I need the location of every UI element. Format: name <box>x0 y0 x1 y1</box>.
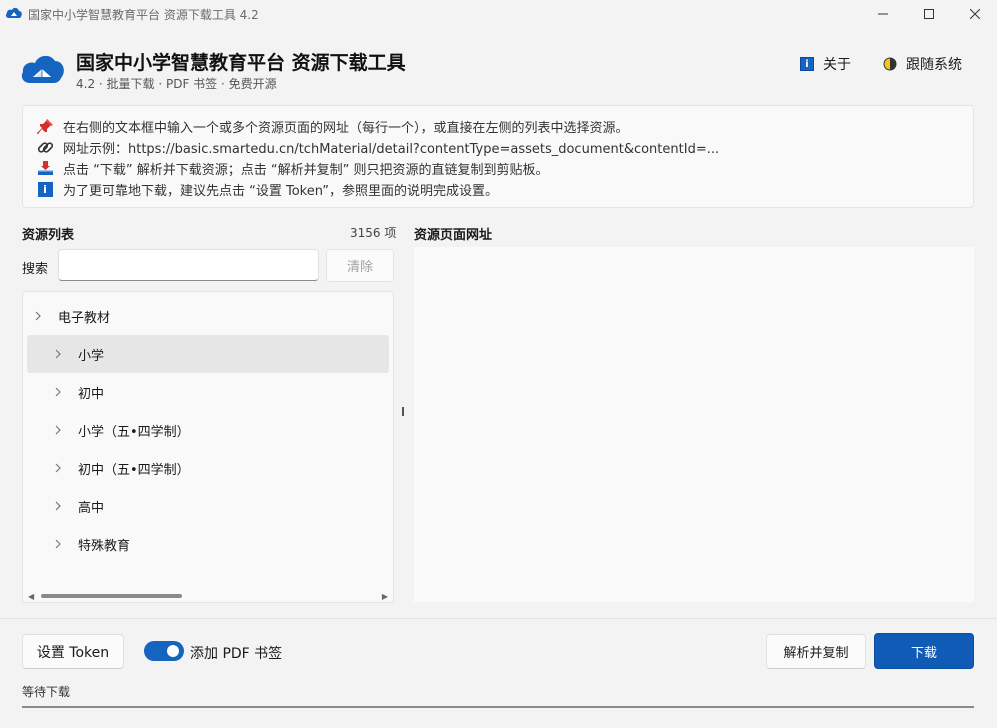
instruction-line: 在右侧的文本框中输入一个或多个资源页面的网址（每行一个），或直接在左侧的列表中选… <box>36 116 629 136</box>
progress-bar <box>22 706 974 708</box>
link-icon <box>36 138 54 156</box>
tree-item-label: 小学 <box>78 348 105 364</box>
cloud-book-logo-icon <box>21 55 64 83</box>
tree-item-label: 高中 <box>78 500 105 516</box>
close-icon <box>970 9 980 19</box>
url-panel-label: 资源页面网址 <box>414 228 493 243</box>
close-button[interactable] <box>952 0 997 28</box>
tree-item[interactable]: 小学 <box>27 335 389 373</box>
horizontal-scrollbar[interactable]: ◀ ▶ <box>23 590 393 602</box>
tree-item[interactable]: 初中（五•四学制） <box>27 449 389 487</box>
info-icon: i <box>800 57 814 71</box>
instructions-panel: 在右侧的文本框中输入一个或多个资源页面的网址（每行一个），或直接在左侧的列表中选… <box>22 105 974 208</box>
tree-item-label: 小学（五•四学制） <box>78 424 190 440</box>
chevron-right-icon[interactable] <box>55 501 65 511</box>
set-token-button[interactable]: 设置 Token <box>22 634 124 669</box>
maximize-icon <box>924 9 934 19</box>
search-input[interactable] <box>58 249 319 281</box>
parse-copy-button[interactable]: 解析并复制 <box>766 634 866 669</box>
about-button[interactable]: i 关于 <box>800 54 851 74</box>
maximize-button[interactable] <box>906 0 952 28</box>
scroll-left-icon[interactable]: ◀ <box>28 592 34 601</box>
window-title: 国家中小学智慧教育平台 资源下载工具 4.2 <box>28 8 259 22</box>
toggle-knob <box>167 645 179 657</box>
instruction-line: 点击 “下载” 解析并下载资源；点击 “解析并复制” 则只把资源的直链复制到剪贴… <box>36 158 548 178</box>
divider <box>0 618 997 619</box>
scroll-right-icon[interactable]: ▶ <box>382 592 388 601</box>
app-logo-icon <box>5 7 22 19</box>
app-title: 国家中小学智慧教育平台 资源下载工具 <box>76 52 406 74</box>
resource-list-label: 资源列表 <box>22 228 75 243</box>
tree-item-root[interactable]: 电子教材 <box>35 297 389 335</box>
info-icon: i <box>36 180 54 198</box>
title-bar: 国家中小学智慧教育平台 资源下载工具 4.2 <box>0 0 997 28</box>
panel-splitter[interactable] <box>402 407 404 416</box>
theme-half-circle-icon <box>883 57 897 71</box>
app-window: 国家中小学智慧教育平台 资源下载工具 4.2 国家中小学智慧教育平台 资源下载工… <box>0 0 997 728</box>
instruction-line: 网址示例：https://basic.smartedu.cn/tchMateri… <box>36 137 719 157</box>
status-text: 等待下载 <box>22 685 71 699</box>
chevron-right-icon[interactable] <box>55 425 65 435</box>
minimize-icon <box>878 13 888 15</box>
minimize-button[interactable] <box>860 0 906 28</box>
chevron-right-icon[interactable] <box>55 349 65 359</box>
theme-label: 跟随系统 <box>906 57 962 73</box>
instruction-line: i 为了更可靠地下载，建议先点击 “设置 Token”，参照里面的说明完成设置。 <box>36 179 498 199</box>
resource-tree[interactable]: 电子教材 小学初中小学（五•四学制） 初中（五•四学制） 高中特殊教育 ◀ ▶ <box>22 291 394 603</box>
tree-item[interactable]: 高中 <box>27 487 389 525</box>
tree-item-label: 初中（五•四学制） <box>78 462 190 478</box>
chevron-right-icon[interactable] <box>55 387 65 397</box>
tree-item[interactable]: 特殊教育 <box>27 525 389 563</box>
download-button[interactable]: 下载 <box>874 633 974 669</box>
tree-item[interactable]: 小学（五•四学制） <box>27 411 389 449</box>
pdf-bookmark-label: 添加 PDF 书签 <box>190 646 283 662</box>
scrollbar-thumb[interactable] <box>41 594 182 598</box>
chevron-right-icon[interactable] <box>55 539 65 549</box>
clear-button[interactable]: 清除 <box>326 249 394 282</box>
url-textarea[interactable] <box>414 247 974 602</box>
resource-count: 3156 项 <box>350 226 397 240</box>
download-tray-icon <box>36 159 54 177</box>
pushpin-icon <box>36 117 54 135</box>
app-subtitle: 4.2 · 批量下载 · PDF 书签 · 免费开源 <box>76 77 277 91</box>
app-header: 国家中小学智慧教育平台 资源下载工具 4.2 · 批量下载 · PDF 书签 ·… <box>0 28 997 98</box>
tree-item[interactable]: 初中 <box>27 373 389 411</box>
tree-item-label: 初中 <box>78 386 105 402</box>
tree-item-label: 特殊教育 <box>78 538 131 554</box>
chevron-right-icon[interactable] <box>55 463 65 473</box>
pdf-bookmark-toggle[interactable] <box>144 641 184 661</box>
chevron-right-icon[interactable] <box>35 311 45 321</box>
theme-button[interactable]: 跟随系统 <box>883 54 962 74</box>
tree-item-label: 电子教材 <box>58 310 111 326</box>
search-label: 搜索 <box>22 262 49 277</box>
about-label: 关于 <box>823 57 851 73</box>
